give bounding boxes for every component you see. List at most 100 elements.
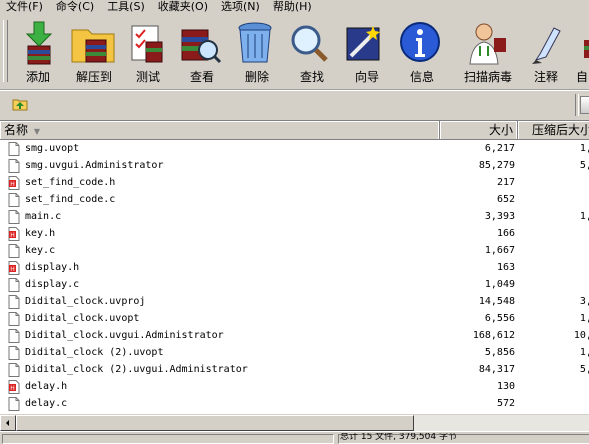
folder-up-icon[interactable]: [12, 97, 28, 111]
file-row[interactable]: delay.c 572 249: [0, 395, 589, 412]
file-size: 572: [496, 398, 515, 409]
file-name: delay.h: [25, 381, 68, 392]
info-icon: [400, 22, 440, 62]
column-header-size[interactable]: 大小: [440, 121, 518, 139]
file-packed-size: 83: [530, 378, 589, 395]
column-header-packed[interactable]: 压缩后大小: [518, 121, 589, 139]
sfx-button[interactable]: 自: [572, 16, 589, 86]
status-pane-left: [2, 434, 334, 444]
svg-text:H: H: [10, 181, 15, 188]
menu-help[interactable]: 帮助(H): [267, 0, 319, 14]
file-name: set_find_code.h: [25, 177, 116, 188]
document-icon: [8, 397, 20, 411]
document-icon: [8, 244, 20, 258]
add-archive-icon: [25, 21, 53, 65]
wizard-button[interactable]: 向导: [339, 16, 395, 86]
file-row[interactable]: Hdisplay.h 163 113: [0, 259, 589, 276]
sfx-icon: [584, 40, 589, 58]
menu-commands[interactable]: 命令(C): [50, 0, 101, 14]
test-button[interactable]: 测试: [120, 16, 176, 86]
document-icon: [8, 193, 20, 207]
file-row[interactable]: Didital_clock (2).uvopt 5,856 1,572: [0, 344, 589, 361]
file-row[interactable]: key.c 1,667 589: [0, 242, 589, 259]
file-row[interactable]: Didital_clock.uvopt 6,556 1,702: [0, 310, 589, 327]
menu-file[interactable]: 文件(F): [0, 0, 50, 14]
file-row[interactable]: display.c 1,049 620: [0, 276, 589, 293]
column-header-name[interactable]: 名称 ▼: [0, 121, 440, 139]
file-packed-size: 108: [530, 225, 589, 242]
toolbar: 添加 解压到 测试 查看 删除 查找 向导 信息 扫描病毒 注释 自: [0, 14, 589, 90]
file-row[interactable]: smg.uvgui.Administrator 85,279 5,922: [0, 157, 589, 174]
svg-text:H: H: [10, 232, 15, 239]
scroll-thumb[interactable]: [16, 415, 414, 431]
svg-text:H: H: [10, 266, 15, 273]
view-mode-icon[interactable]: [580, 96, 589, 114]
file-packed-size: 1,580: [579, 143, 589, 154]
find-label: 查找: [299, 70, 324, 84]
wizard-label: 向导: [354, 70, 379, 84]
header-file-icon: H: [8, 380, 20, 394]
file-size: 1,667: [484, 245, 515, 256]
file-packed-size: 320: [530, 191, 589, 208]
scroll-left-button[interactable]: [0, 415, 16, 431]
document-icon: [8, 363, 20, 377]
scan-virus-button[interactable]: 扫描病毒: [458, 16, 518, 86]
delete-label: 删除: [244, 70, 269, 84]
toolbar-grip[interactable]: [3, 20, 8, 82]
file-size: 85,279: [478, 160, 515, 171]
file-name: Didital_clock.uvgui.Administrator: [25, 330, 224, 341]
file-list-header: 名称 ▼ 大小 压缩后大小: [0, 121, 589, 140]
file-packed-size: 1,572: [579, 347, 589, 358]
address-separator: [575, 94, 579, 116]
file-row[interactable]: Hdelay.h 130 83: [0, 378, 589, 395]
file-row[interactable]: Hset_find_code.h 217 150: [0, 174, 589, 191]
view-button[interactable]: 查看: [174, 16, 230, 86]
file-name: display.c: [25, 279, 80, 290]
file-name: delay.c: [25, 398, 68, 409]
menu-favorites[interactable]: 收藏夹(O): [152, 0, 215, 14]
file-name: Didital_clock (2).uvopt: [25, 347, 164, 358]
file-row[interactable]: Didital_clock.uvproj 14,548 3,017: [0, 293, 589, 310]
file-row[interactable]: Didital_clock (2).uvgui.Administrator 84,…: [0, 361, 589, 378]
header-file-icon: H: [8, 227, 20, 241]
file-row[interactable]: set_find_code.c 652 320: [0, 191, 589, 208]
trash-icon: [238, 22, 272, 63]
delete-button[interactable]: 删除: [229, 16, 285, 86]
file-size: 3,393: [484, 211, 515, 222]
file-packed-size: 589: [530, 242, 589, 259]
test-checklist-icon: [131, 25, 163, 63]
file-row[interactable]: main.c 3,393 1,420: [0, 208, 589, 225]
pen-icon: [532, 27, 561, 64]
file-size: 652: [496, 194, 515, 205]
add-button[interactable]: 添加: [10, 16, 66, 86]
view-archive-icon: [181, 29, 222, 64]
file-row[interactable]: Didital_clock.uvgui.Administrator 168,612…: [0, 327, 589, 344]
comment-button[interactable]: 注释: [518, 16, 574, 86]
extract-to-label: 解压到: [75, 70, 112, 84]
magnifier-icon: [291, 25, 328, 62]
menu-tools[interactable]: 工具(S): [101, 0, 152, 14]
file-row[interactable]: smg.uvopt 6,217 1,580: [0, 140, 589, 157]
file-name: Didital_clock.uvopt: [25, 313, 140, 324]
menu-options[interactable]: 选项(N): [215, 0, 267, 14]
document-icon: [8, 312, 20, 326]
file-row[interactable]: Hkey.h 166 108: [0, 225, 589, 242]
file-name: Didital_clock.uvproj: [25, 296, 146, 307]
address-bar: [0, 90, 589, 119]
header-file-icon: H: [8, 261, 20, 275]
file-size: 5,856: [484, 347, 515, 358]
file-size: 84,317: [478, 364, 515, 375]
file-size: 130: [496, 381, 515, 392]
file-size: 1,049: [484, 279, 515, 290]
file-size: 163: [496, 262, 515, 273]
doctor-icon: [469, 23, 506, 65]
horizontal-scrollbar[interactable]: [0, 414, 589, 432]
file-packed-size: 10,448: [573, 330, 589, 341]
info-button[interactable]: 信息: [394, 16, 450, 86]
extract-folder-icon: [71, 29, 115, 63]
test-label: 测试: [135, 70, 160, 84]
document-icon: [8, 159, 20, 173]
extract-to-button[interactable]: 解压到: [66, 16, 122, 86]
find-button[interactable]: 查找: [284, 16, 340, 86]
file-name: key.h: [25, 228, 56, 239]
